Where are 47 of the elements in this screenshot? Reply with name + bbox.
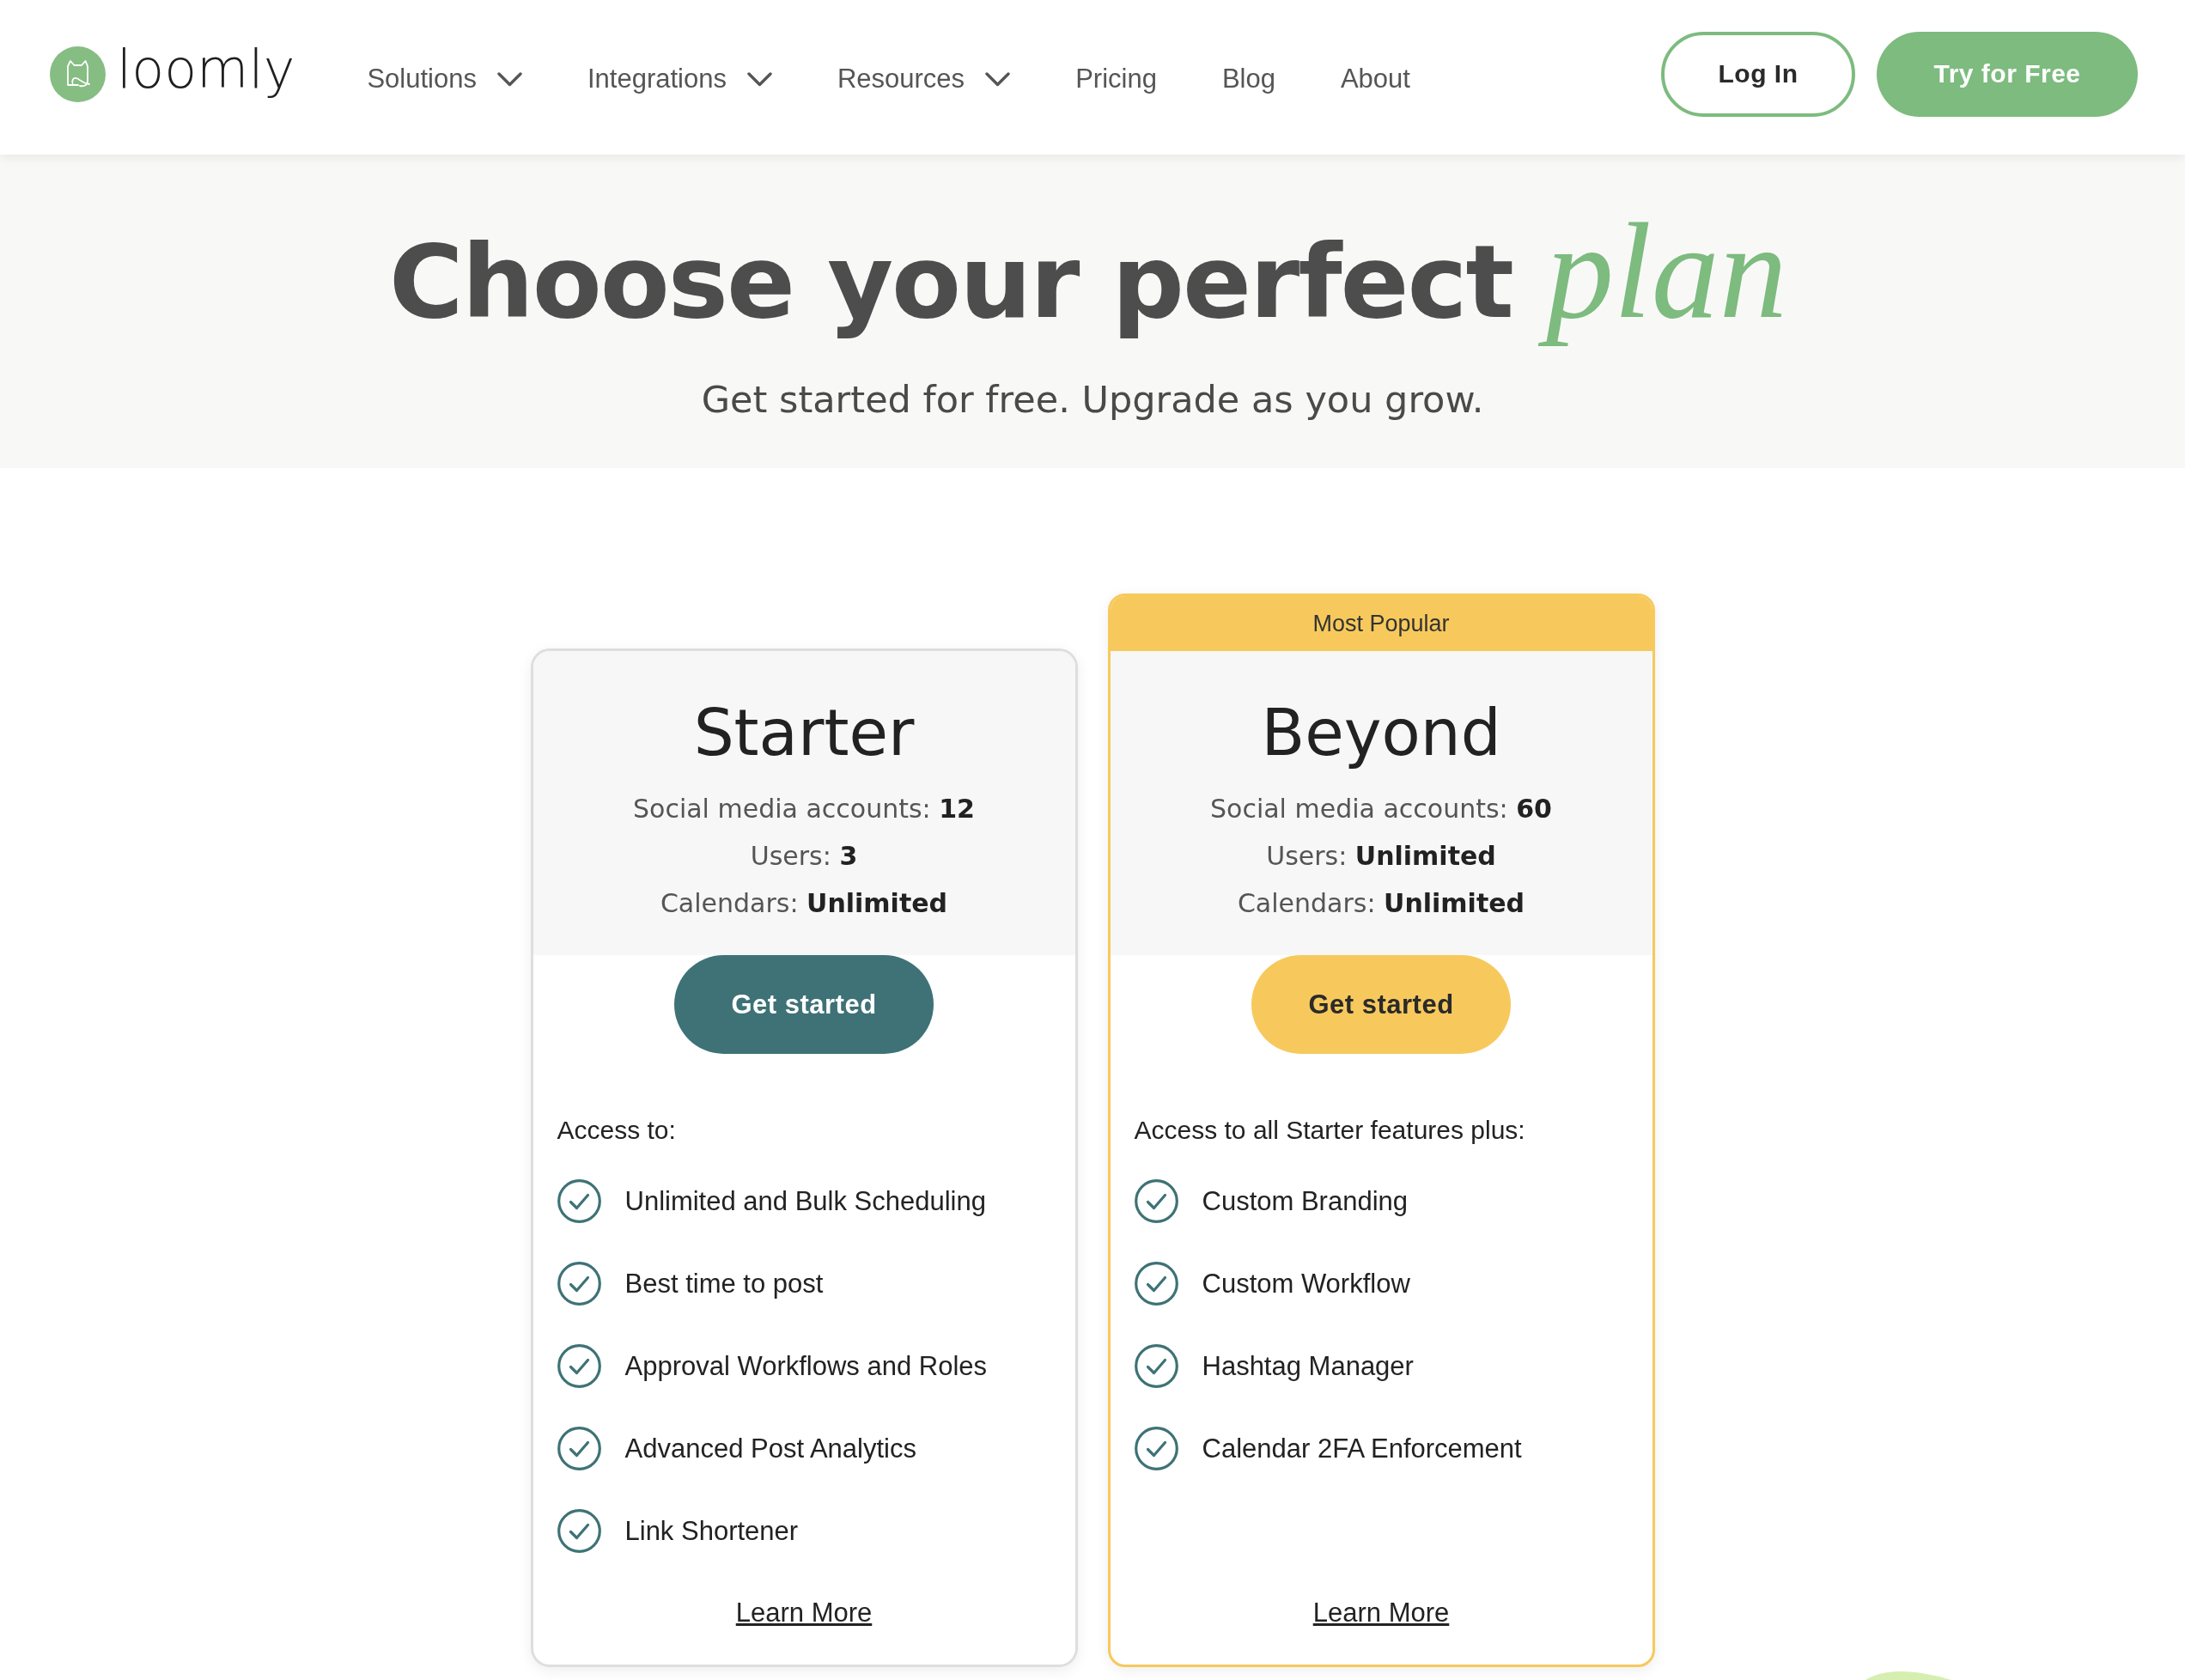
nav-link[interactable]: Blog	[1221, 64, 1275, 94]
check-circle-icon	[1134, 1262, 1178, 1306]
check-circle-icon	[557, 1262, 601, 1306]
nav-link[interactable]: Pricing	[1075, 64, 1157, 94]
check-circle-icon	[1134, 1344, 1178, 1388]
page-subheading: Get started for free. Upgrade as you grow.	[701, 377, 1484, 423]
cat-logo-icon	[50, 46, 106, 102]
feature-text: Hashtag Manager	[1202, 1350, 1414, 1382]
check-circle-icon	[557, 1427, 601, 1470]
get-started-button[interactable]: Get started	[1251, 955, 1511, 1054]
check-circle-icon	[1134, 1179, 1178, 1223]
feature-text: Best time to post	[624, 1268, 824, 1300]
nav-link[interactable]: About	[1340, 64, 1410, 94]
chevron-down-icon	[746, 71, 772, 87]
plan-stat: Calendars: Unlimited	[660, 887, 948, 920]
logo[interactable]: loomly	[50, 46, 295, 102]
check-circle-icon	[557, 1509, 601, 1553]
page-heading: Choose your perfect plan	[388, 195, 1788, 348]
learn-more-link[interactable]: Learn More	[1312, 1596, 1450, 1630]
feature-text: Advanced Post Analytics	[624, 1433, 916, 1464]
feature-text: Link Shortener	[624, 1515, 799, 1547]
plan-name: Starter	[693, 695, 915, 771]
nav-link[interactable]: Integrations	[587, 64, 772, 94]
login-button[interactable]: Log In	[1661, 31, 1855, 117]
check-circle-icon	[1134, 1427, 1178, 1470]
check-circle-icon	[557, 1344, 601, 1388]
plan-stat: Users: 3	[750, 840, 858, 873]
plan-stat: Social media accounts: 60	[1210, 793, 1552, 825]
feature-text: Calendar 2FA Enforcement	[1202, 1433, 1522, 1464]
chevron-down-icon	[985, 71, 1011, 87]
check-circle-icon	[557, 1179, 601, 1223]
feature-text: Custom Workflow	[1202, 1268, 1410, 1300]
features-heading: Access to:	[557, 1115, 677, 1146]
plan-name: Beyond	[1261, 695, 1501, 771]
plan-badge: Most Popular	[1110, 596, 1652, 651]
chevron-down-icon	[496, 71, 522, 87]
get-started-button[interactable]: Get started	[674, 955, 934, 1054]
plan-stat: Social media accounts: 12	[633, 793, 975, 825]
nav-link[interactable]: Solutions	[367, 64, 522, 94]
features-heading: Access to all Starter features plus:	[1134, 1115, 1526, 1146]
feature-text: Custom Branding	[1202, 1185, 1408, 1217]
plan-stat: Users: Unlimited	[1266, 840, 1496, 873]
feature-text: Unlimited and Bulk Scheduling	[624, 1185, 986, 1217]
plan-stat: Calendars: Unlimited	[1237, 887, 1525, 920]
learn-more-link[interactable]: Learn More	[735, 1596, 873, 1630]
nav-link[interactable]: Resources	[837, 64, 1011, 94]
feature-text: Approval Workflows and Roles	[624, 1350, 988, 1382]
